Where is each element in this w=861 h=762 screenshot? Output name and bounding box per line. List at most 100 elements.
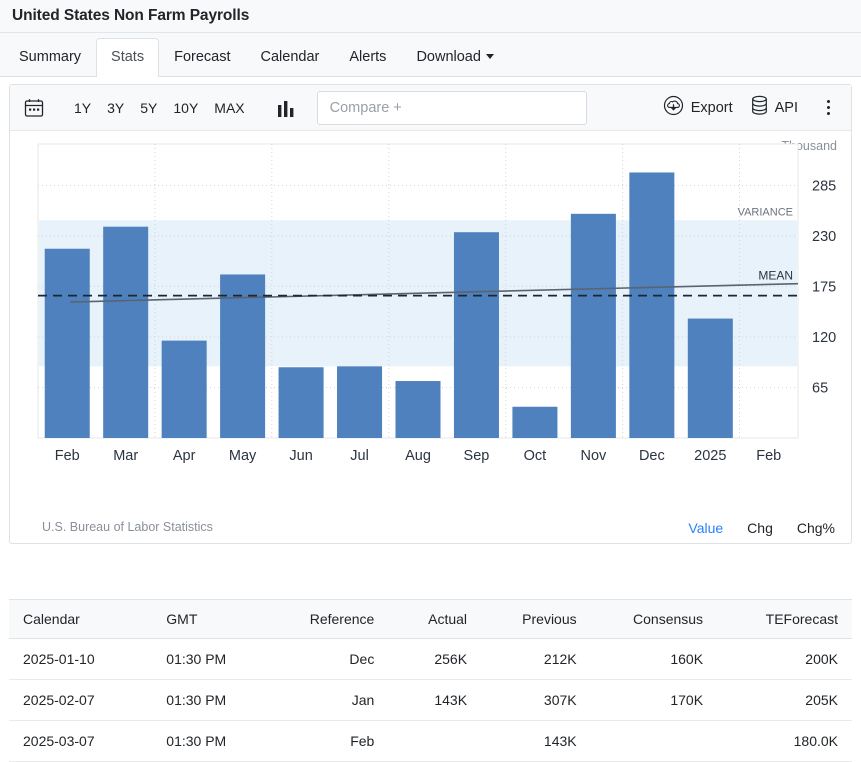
tab-alerts[interactable]: Alerts: [334, 38, 401, 77]
events-table-body: 2025-01-10 01:30 PM Dec 256K 212K 160K 2…: [9, 639, 852, 762]
cloud-download-icon: [663, 95, 684, 120]
col-actual[interactable]: Actual: [388, 600, 481, 639]
api-label: API: [775, 100, 798, 116]
cell-actual: 256K: [388, 639, 481, 680]
table-row[interactable]: 2025-03-07 01:30 PM Feb 143K 180.0K: [9, 721, 852, 762]
cell-actual: [388, 721, 481, 762]
col-reference[interactable]: Reference: [270, 600, 388, 639]
cell-reference: Jan: [270, 680, 388, 721]
cell-reference: Feb: [270, 721, 388, 762]
bar-Nov: [571, 214, 616, 438]
svg-text:65: 65: [812, 380, 828, 396]
tab-alerts-label: Alerts: [349, 49, 386, 65]
series-toggle-group: Value Chg Chg%: [688, 520, 835, 536]
bar-Jul: [337, 366, 382, 438]
payrolls-bar-chart[interactable]: VARIANCEMEAN28523017512065FebMarAprMayJu…: [10, 131, 853, 506]
chart-card: 1Y 3Y 5Y 10Y MAX Exp: [9, 84, 852, 544]
svg-text:230: 230: [812, 229, 836, 245]
svg-text:MEAN: MEAN: [758, 269, 793, 283]
events-table: Calendar GMT Reference Actual Previous C…: [9, 599, 852, 762]
chart-toolbar: 1Y 3Y 5Y 10Y MAX Exp: [10, 85, 851, 131]
export-label: Export: [691, 100, 733, 116]
svg-text:Feb: Feb: [55, 448, 80, 464]
cell-previous: 307K: [481, 680, 591, 721]
range-1y-button[interactable]: 1Y: [66, 96, 99, 120]
cell-consensus: 170K: [591, 680, 717, 721]
series-tab-value[interactable]: Value: [688, 520, 723, 536]
cell-calendar: 2025-03-07: [9, 721, 152, 762]
cell-gmt: 01:30 PM: [152, 721, 270, 762]
cell-reference: Dec: [270, 639, 388, 680]
svg-text:120: 120: [812, 330, 836, 346]
range-5y-button[interactable]: 5Y: [132, 96, 165, 120]
cell-previous: 143K: [481, 721, 591, 762]
bar-chart-icon[interactable]: [277, 99, 295, 117]
series-tab-chg[interactable]: Chg: [747, 520, 773, 536]
compare-input[interactable]: [328, 99, 576, 117]
svg-text:175: 175: [812, 279, 836, 295]
svg-text:Sep: Sep: [464, 448, 490, 464]
tab-calendar-label: Calendar: [261, 49, 320, 65]
tab-forecast-label: Forecast: [174, 49, 230, 65]
events-table-head: Calendar GMT Reference Actual Previous C…: [9, 600, 852, 639]
svg-text:Oct: Oct: [524, 448, 547, 464]
api-button[interactable]: API: [742, 90, 807, 125]
tab-summary[interactable]: Summary: [4, 38, 96, 77]
tab-calendar[interactable]: Calendar: [246, 38, 335, 77]
bar-Aug: [395, 381, 440, 438]
tab-download[interactable]: Download: [401, 38, 509, 77]
range-3y-button[interactable]: 3Y: [99, 96, 132, 120]
table-row[interactable]: 2025-02-07 01:30 PM Jan 143K 307K 170K 2…: [9, 680, 852, 721]
cell-consensus: [591, 721, 717, 762]
tab-summary-label: Summary: [19, 49, 81, 65]
col-consensus[interactable]: Consensus: [591, 600, 717, 639]
bar-Mar: [103, 227, 148, 438]
bar-2025: [688, 319, 733, 438]
svg-text:VARIANCE: VARIANCE: [738, 206, 793, 218]
cell-gmt: 01:30 PM: [152, 639, 270, 680]
range-10y-button[interactable]: 10Y: [165, 96, 206, 120]
svg-text:Feb: Feb: [756, 448, 781, 464]
compare-field[interactable]: [317, 91, 587, 125]
bar-Dec: [629, 172, 674, 438]
cell-teforecast: 180.0K: [717, 721, 852, 762]
cell-consensus: 160K: [591, 639, 717, 680]
chart-source-note: U.S. Bureau of Labor Statistics: [42, 520, 213, 534]
events-table-wrap: Calendar GMT Reference Actual Previous C…: [9, 544, 852, 762]
cell-calendar: 2025-02-07: [9, 680, 152, 721]
tab-stats-label: Stats: [111, 49, 144, 65]
chart-area: Thousand VARIANCEMEAN28523017512065FebMa…: [10, 131, 851, 544]
svg-text:Nov: Nov: [580, 448, 607, 464]
page-header: United States Non Farm Payrolls: [0, 0, 861, 33]
bar-May: [220, 274, 265, 438]
svg-text:Jul: Jul: [350, 448, 369, 464]
tab-forecast[interactable]: Forecast: [159, 38, 245, 77]
cell-teforecast: 205K: [717, 680, 852, 721]
bar-Apr: [162, 341, 207, 438]
svg-text:Aug: Aug: [405, 448, 431, 464]
chevron-down-icon: [486, 54, 494, 59]
col-calendar[interactable]: Calendar: [9, 600, 152, 639]
table-header-row: Calendar GMT Reference Actual Previous C…: [9, 600, 852, 639]
svg-text:May: May: [229, 448, 257, 464]
kebab-menu-icon[interactable]: [817, 96, 839, 120]
bar-Feb: [45, 249, 90, 438]
table-row[interactable]: 2025-01-10 01:30 PM Dec 256K 212K 160K 2…: [9, 639, 852, 680]
tab-stats[interactable]: Stats: [96, 38, 159, 77]
series-tab-chgpct[interactable]: Chg%: [797, 520, 835, 536]
svg-text:Apr: Apr: [173, 448, 196, 464]
col-gmt[interactable]: GMT: [152, 600, 270, 639]
col-teforecast[interactable]: TEForecast: [717, 600, 852, 639]
calendar-icon[interactable]: [24, 98, 44, 118]
export-button[interactable]: Export: [654, 90, 742, 125]
svg-text:Jun: Jun: [289, 448, 312, 464]
range-max-button[interactable]: MAX: [206, 96, 252, 120]
bar-Jun: [279, 367, 324, 438]
svg-text:Mar: Mar: [113, 448, 138, 464]
cell-calendar: 2025-01-10: [9, 639, 152, 680]
main-tabbar: Summary Stats Forecast Calendar Alerts D…: [0, 33, 861, 77]
cell-previous: 212K: [481, 639, 591, 680]
svg-text:2025: 2025: [694, 448, 726, 464]
col-previous[interactable]: Previous: [481, 600, 591, 639]
page-title: United States Non Farm Payrolls: [12, 7, 249, 25]
